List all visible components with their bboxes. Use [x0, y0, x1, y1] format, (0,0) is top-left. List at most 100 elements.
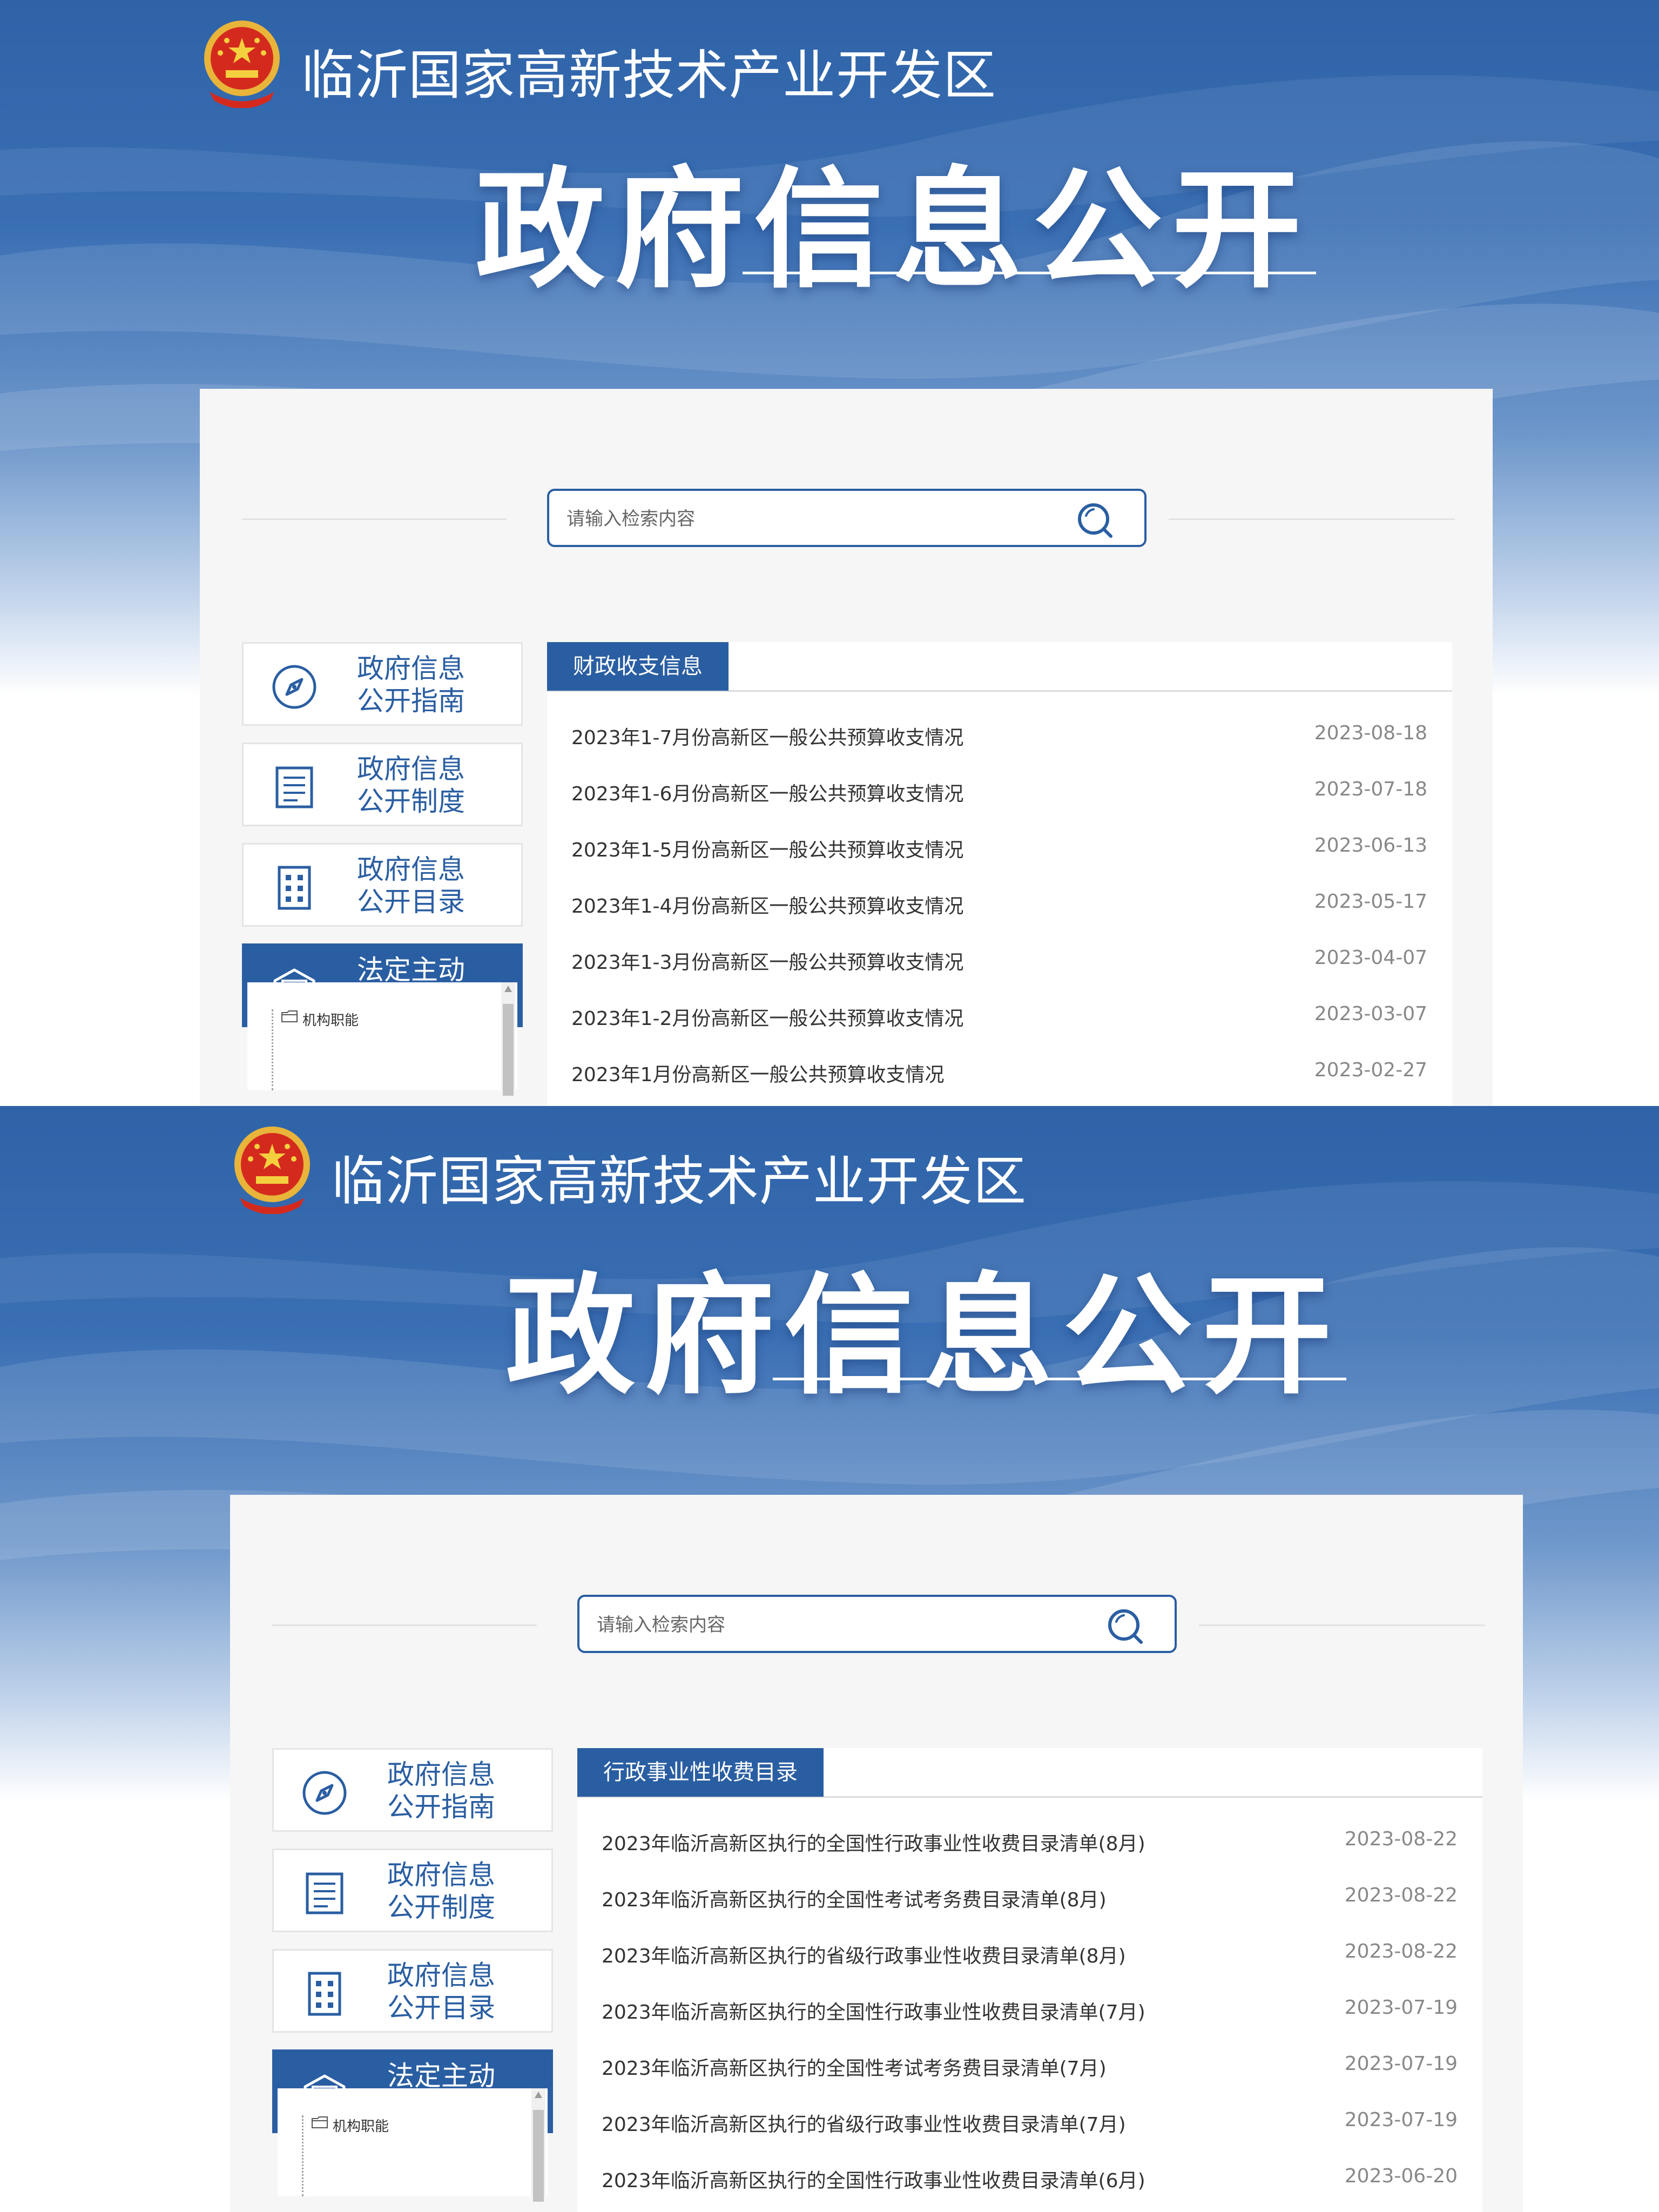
list-item-date: 2023-07-19 — [1344, 1997, 1458, 2019]
nav-item-system[interactable]: 政府信息 公开制度 — [272, 1849, 553, 1932]
nav-item-catalog[interactable]: 政府信息 公开目录 — [272, 1949, 553, 2033]
site-name[interactable]: 临沂国家高新技术产业开发区 — [332, 1138, 1027, 1215]
list-item[interactable]: 2023年临沂高新区执行的全国性考试考务费目录清单(7月) 2023-07-19 — [577, 2040, 1482, 2096]
tree-scrollbar[interactable] — [531, 2088, 545, 2202]
document-lines-icon — [306, 1872, 343, 1914]
list-item[interactable]: 2023年1-4月份高新区一般公共预算收支情况 2023-05-17 — [547, 878, 1452, 934]
nav-label-line: 公开制度 — [357, 786, 465, 817]
list-item-title[interactable]: 2023年临沂高新区执行的省级行政事业性收费目录清单(8月) — [602, 1940, 1126, 1968]
nav-label-line: 政府信息 — [387, 1960, 495, 1991]
list-item[interactable]: 2023年临沂高新区执行的全国性行政事业性收费目录清单(6月) 2023-06-… — [577, 2152, 1482, 2208]
site-name[interactable]: 临沂国家高新技术产业开发区 — [301, 32, 996, 109]
list-item[interactable]: 2023年临沂高新区执行的全国性行政事业性收费目录清单(7月) 2023-07-… — [577, 1984, 1482, 2040]
list-item[interactable]: 2023年临沂高新区执行的省级行政事业性收费目录清单(7月) 2023-07-1… — [577, 2096, 1482, 2152]
nav-item-guide[interactable]: 政府信息 公开指南 — [242, 642, 523, 726]
content-header: 财政收支信息 — [547, 642, 1452, 692]
list-item-date: 2023-02-27 — [1314, 1059, 1427, 1081]
nav-label-line: 公开目录 — [387, 1992, 495, 2024]
list-item[interactable]: 2023年1-5月份高新区一般公共预算收支情况 2023-06-13 — [547, 821, 1452, 878]
nav-label-guide: 政府信息 公开指南 — [357, 652, 465, 717]
content-tab[interactable]: 行政事业性收费目录 — [577, 1748, 824, 1797]
list-item-title[interactable]: 2023年临沂高新区执行的省级行政事业性收费目录清单(7月) — [602, 2109, 1126, 2137]
list-item[interactable]: 2023年临沂高新区执行的全国性考试考务费目录清单(8月) 2023-08-22 — [577, 1871, 1482, 1927]
catalog-grid-icon — [278, 866, 311, 910]
screenshot-view-2: 临沂国家高新技术产业开发区 政府信息公开 请输入检索内容 政府信息 公开指南 政… — [0, 1106, 1659, 2212]
nav-label-guide: 政府信息 公开指南 — [387, 1758, 495, 1823]
list-item-title[interactable]: 2023年1-6月份高新区一般公共预算收支情况 — [571, 778, 963, 806]
list-item[interactable]: 2023年临沂高新区执行的全国性行政事业性收费目录清单(8月) 2023-08-… — [577, 1815, 1482, 1871]
scrollbar-thumb[interactable] — [533, 2110, 544, 2202]
page-view: 临沂国家高新技术产业开发区 政府信息公开 请输入检索内容 政府信息 公开指南 政… — [0, 0, 1659, 1106]
list-item-title[interactable]: 2023年临沂高新区执行的全国性行政事业性收费目录清单(8月) — [602, 1828, 1145, 1856]
list-item-date: 2023-08-22 — [1344, 1940, 1458, 1963]
search-input[interactable] — [567, 506, 1053, 532]
list-item-date: 2023-06-20 — [1344, 2165, 1458, 2187]
list-item-title[interactable]: 2023年1-2月份高新区一般公共预算收支情况 — [571, 1003, 963, 1031]
main-panel: 政府信息 公开指南 政府信息 公开制度 — [230, 1495, 1523, 2212]
page-view: 临沂国家高新技术产业开发区 政府信息公开 请输入检索内容 政府信息 公开指南 政… — [0, 1106, 1659, 2212]
content-area: 财政收支信息 2023年1-7月份高新区一般公共预算收支情况 2023-08-1… — [547, 642, 1452, 1106]
list-item-date: 2023-07-19 — [1344, 2109, 1458, 2131]
main-panel: 政府信息 公开指南 政府信息 公开制度 — [200, 389, 1493, 1106]
list-item-date: 2023-04-07 — [1314, 947, 1427, 969]
divider-line-left — [242, 518, 507, 520]
folder-icon — [281, 1010, 298, 1022]
search-box — [547, 489, 1147, 547]
nav-label-catalog: 政府信息 公开目录 — [387, 1959, 495, 2024]
nav-label-system: 政府信息 公开制度 — [357, 753, 465, 818]
search-icon[interactable] — [1073, 500, 1116, 541]
list-item-title[interactable]: 2023年临沂高新区执行的全国性行政事业性收费目录清单(6月) — [602, 2165, 1145, 2193]
list-item[interactable]: 2023年1-7月份高新区一般公共预算收支情况 2023-08-18 — [547, 709, 1452, 765]
hero-underline — [743, 272, 1316, 274]
nav-label-line: 法定主动 — [387, 2060, 495, 2092]
list-item-title[interactable]: 2023年1-7月份高新区一般公共预算收支情况 — [571, 722, 963, 750]
scroll-up-arrow-icon[interactable] — [504, 986, 512, 992]
tree-item[interactable]: 机构职能 — [333, 2115, 389, 2135]
content-tab[interactable]: 财政收支信息 — [547, 642, 729, 691]
divider-line-right — [1169, 518, 1455, 520]
national-emblem-icon — [204, 21, 280, 108]
nav-label-system: 政府信息 公开制度 — [387, 1859, 495, 1924]
list-item-title[interactable]: 2023年1-3月份高新区一般公共预算收支情况 — [571, 947, 963, 975]
list-item[interactable]: 2023年1-6月份高新区一般公共预算收支情况 2023-07-18 — [547, 765, 1452, 821]
nav-label-line: 公开制度 — [387, 1892, 495, 1923]
nav-item-guide[interactable]: 政府信息 公开指南 — [272, 1748, 553, 1832]
list-item[interactable]: 2023年临沂高新区执行的省级行政事业性收费目录清单(8月) 2023-08-2… — [577, 1927, 1482, 1984]
nav-label-line: 公开指南 — [387, 1791, 495, 1823]
tree-item[interactable]: 机构职能 — [302, 1009, 359, 1029]
search-input[interactable] — [597, 1612, 1083, 1638]
tree-connector — [272, 1009, 273, 1090]
folder-icon — [312, 2116, 328, 2128]
search-box — [577, 1595, 1177, 1653]
list-item-title[interactable]: 2023年临沂高新区执行的全国性考试考务费目录清单(7月) — [602, 2053, 1107, 2081]
list-item-title[interactable]: 2023年临沂高新区执行的全国性行政事业性收费目录清单(7月) — [602, 1997, 1145, 2025]
nav-label-line: 政府信息 — [357, 653, 465, 684]
tree-panel: 机构职能 — [247, 982, 517, 1096]
nav-item-system[interactable]: 政府信息 公开制度 — [242, 743, 523, 826]
nav-label-line: 政府信息 — [357, 854, 465, 885]
scroll-up-arrow-icon[interactable] — [535, 2092, 542, 2098]
nav-item-catalog[interactable]: 政府信息 公开目录 — [242, 843, 523, 927]
list-item-title[interactable]: 2023年1-4月份高新区一般公共预算收支情况 — [571, 891, 963, 919]
scrollbar-thumb[interactable] — [503, 1004, 514, 1096]
list-item[interactable]: 2023年1-3月份高新区一般公共预算收支情况 2023-04-07 — [547, 934, 1452, 990]
list-item-title[interactable]: 2023年临沂高新区执行的全国性考试考务费目录清单(8月) — [602, 1884, 1107, 1912]
list-item-date: 2023-08-18 — [1314, 722, 1427, 744]
list-item[interactable]: 2023年1-2月份高新区一般公共预算收支情况 2023-03-07 — [547, 990, 1452, 1046]
nav-label-line: 法定主动 — [357, 954, 465, 986]
list-item-title[interactable]: 2023年1月份高新区一般公共预算收支情况 — [571, 1059, 945, 1087]
nav-label-line: 公开目录 — [357, 886, 465, 918]
list-item-date: 2023-05-17 — [1314, 891, 1427, 913]
hero-title: 政府信息公开 — [475, 154, 1312, 306]
nav-label-catalog: 政府信息 公开目录 — [357, 853, 465, 918]
tree-scrollbar[interactable] — [501, 982, 515, 1096]
content-header: 行政事业性收费目录 — [577, 1748, 1482, 1798]
list-item[interactable]: 2023年1月份高新区一般公共预算收支情况 2023-02-27 — [547, 1046, 1452, 1102]
search-icon[interactable] — [1103, 1606, 1147, 1647]
nav-label-line: 政府信息 — [357, 753, 465, 785]
nav-label-line: 政府信息 — [387, 1859, 495, 1891]
content-area: 行政事业性收费目录 2023年临沂高新区执行的全国性行政事业性收费目录清单(8月… — [577, 1748, 1482, 2212]
list-item-title[interactable]: 2023年1-5月份高新区一般公共预算收支情况 — [571, 834, 963, 862]
national-emblem-icon — [234, 1127, 310, 1214]
divider-line-left — [272, 1624, 537, 1626]
